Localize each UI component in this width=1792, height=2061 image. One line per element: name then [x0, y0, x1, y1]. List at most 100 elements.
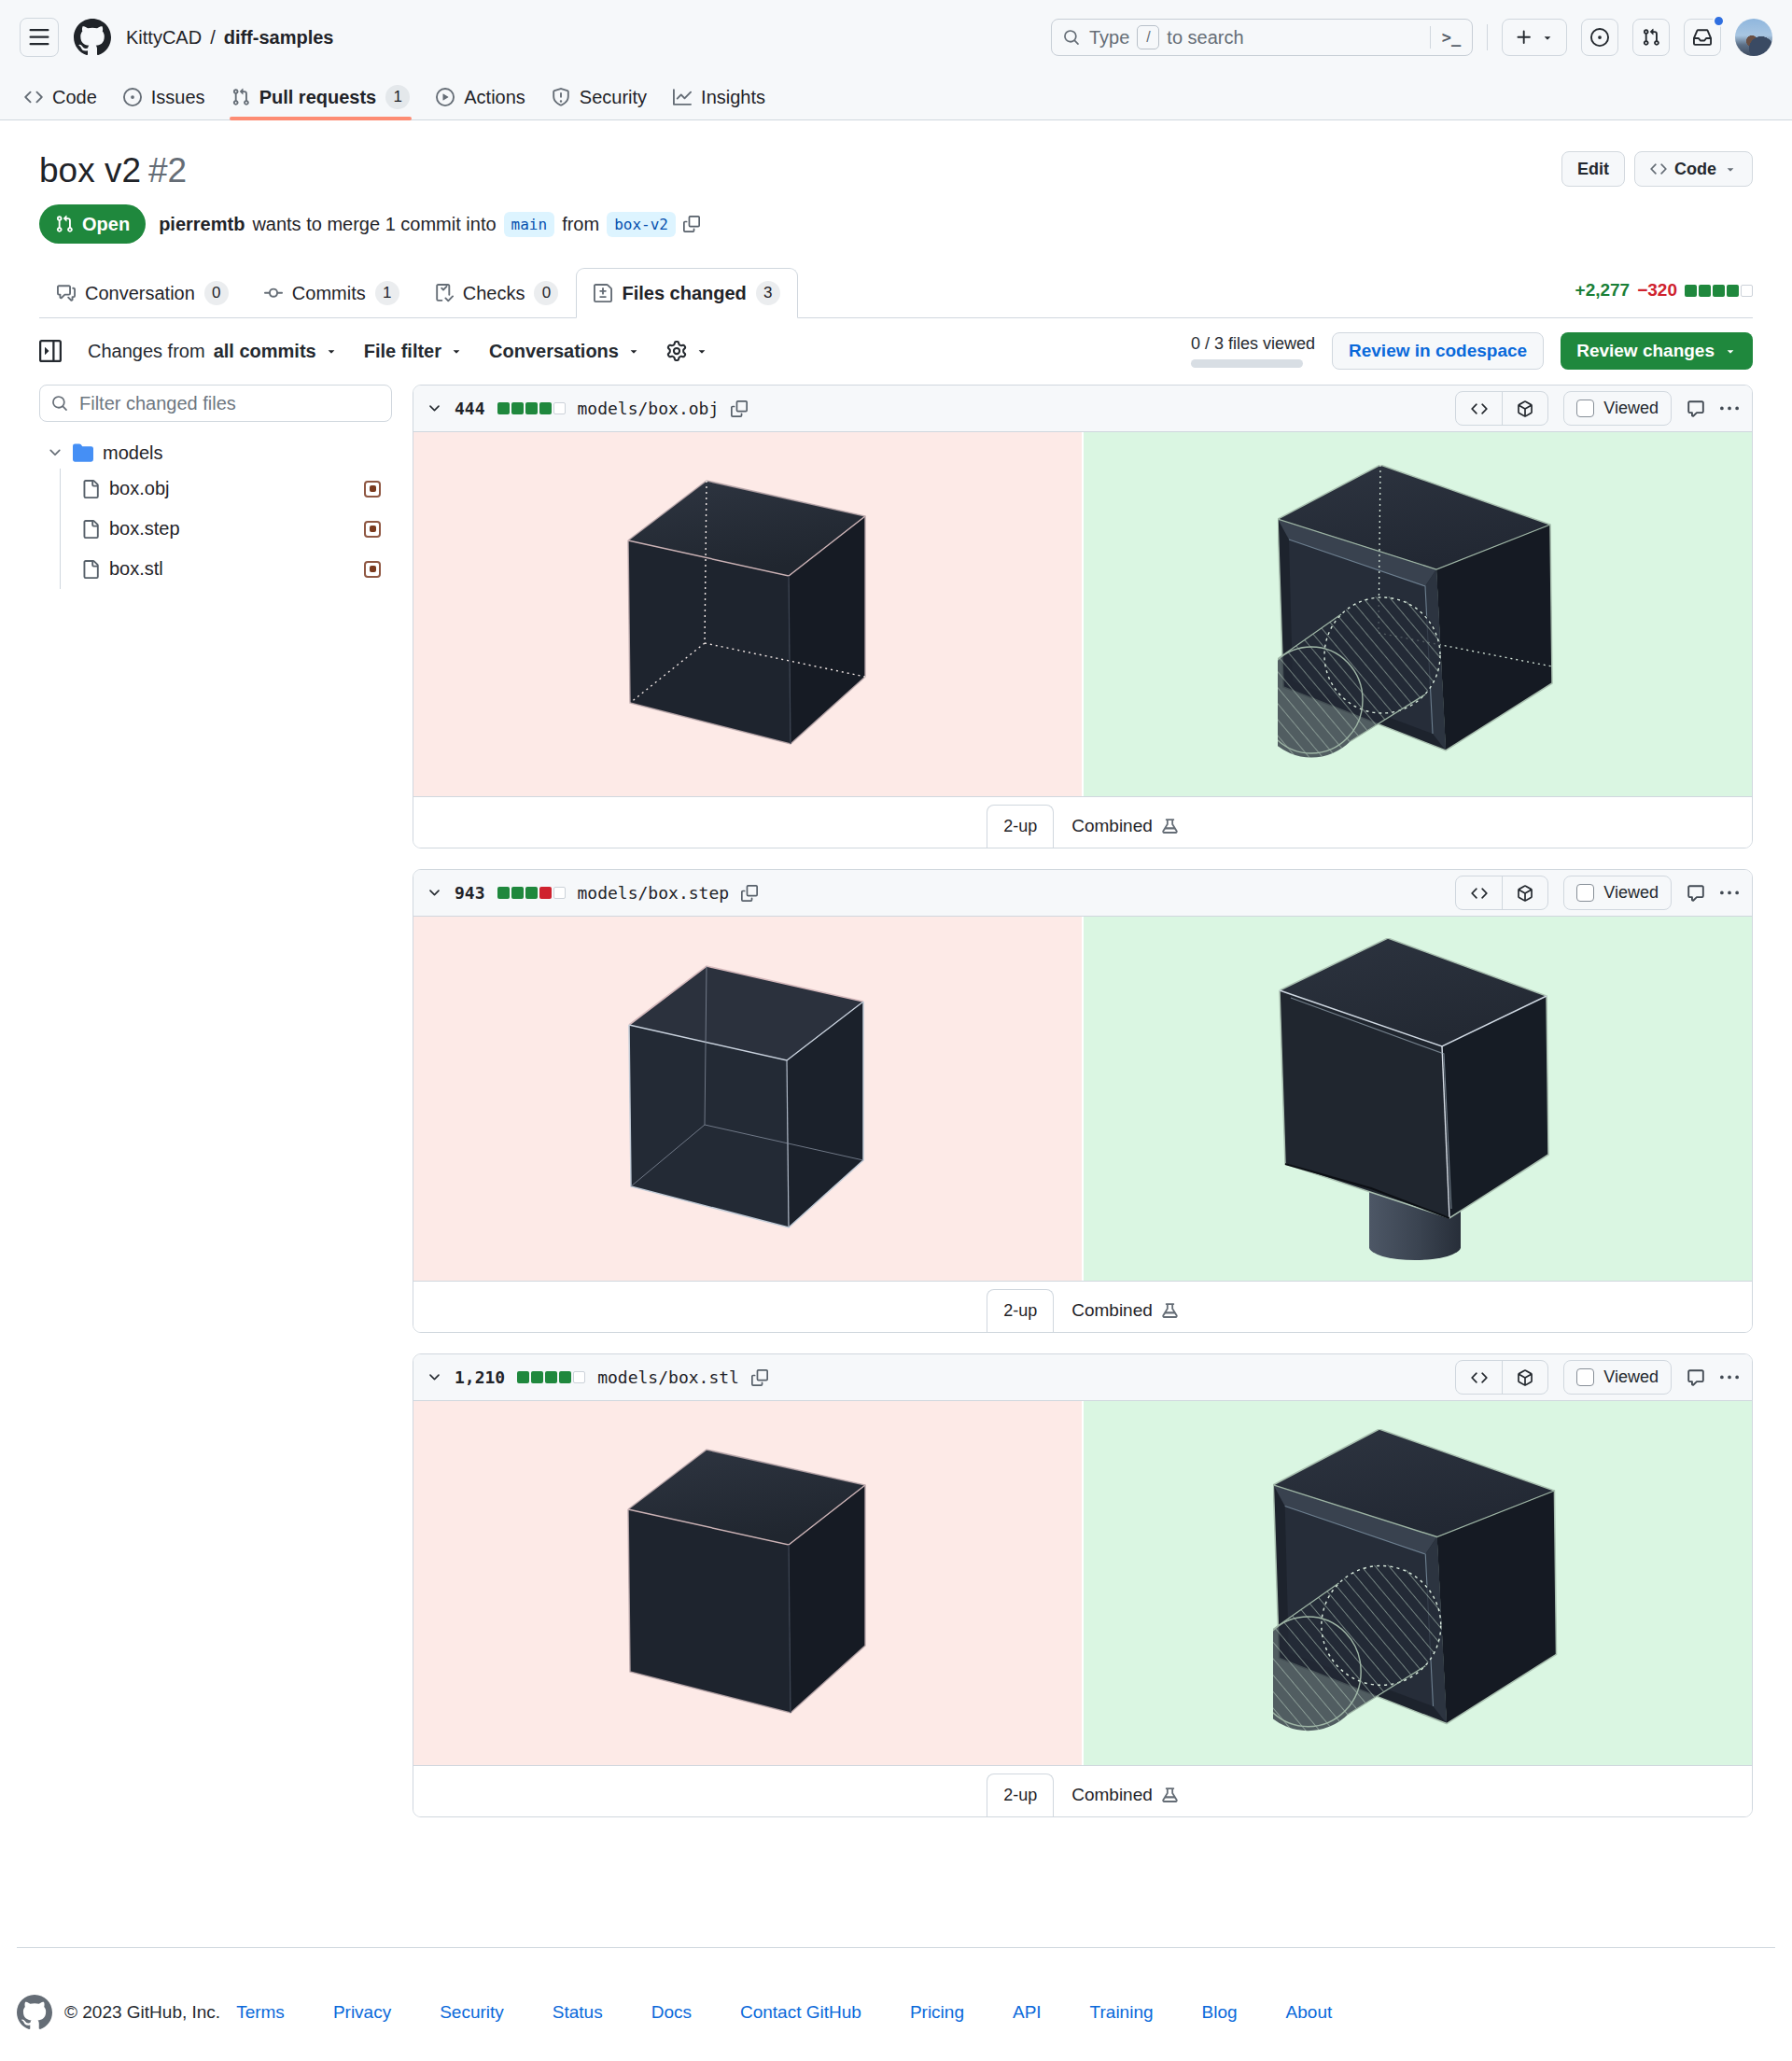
code-icon [1650, 161, 1667, 177]
create-new-button[interactable] [1502, 19, 1567, 56]
diff-settings-dropdown[interactable] [666, 341, 708, 361]
chevron-down-icon[interactable] [427, 885, 442, 901]
comment-icon[interactable] [1687, 884, 1705, 903]
viewed-button[interactable]: Viewed [1563, 876, 1672, 910]
footer-link[interactable]: Training [1090, 2002, 1154, 2023]
footer-link[interactable]: Pricing [910, 2002, 964, 2023]
view-mode-group [1455, 876, 1548, 910]
pull-requests-count: 1 [385, 85, 410, 109]
base-branch-label[interactable]: main [504, 212, 555, 237]
source-view-button[interactable] [1456, 392, 1502, 425]
two-up-tab[interactable]: 2-up [987, 1774, 1054, 1816]
review-in-codespace-button[interactable]: Review in codespace [1332, 332, 1544, 370]
two-up-tab[interactable]: 2-up [987, 805, 1054, 848]
kebab-menu-icon[interactable] [1720, 1368, 1739, 1387]
copy-icon[interactable] [741, 885, 758, 902]
footer-link[interactable]: Docs [651, 2002, 692, 2023]
kebab-menu-icon[interactable] [1720, 884, 1739, 903]
files-viewed-progressbar [1191, 359, 1303, 368]
footer-link[interactable]: Blog [1202, 2002, 1238, 2023]
copy-icon[interactable] [751, 1369, 768, 1386]
conversations-dropdown[interactable]: Conversations [489, 341, 640, 362]
rich-view-button[interactable] [1502, 1361, 1547, 1394]
code-icon [1471, 400, 1488, 417]
tab-files-changed[interactable]: Files changed 3 [576, 268, 797, 318]
nav-item-actions[interactable]: Actions [423, 75, 539, 119]
pr-tabnav: Conversation 0 Commits 1 Checks 0 Files … [39, 267, 1753, 318]
viewed-checkbox[interactable] [1576, 1368, 1594, 1386]
nav-item-insights[interactable]: Insights [660, 75, 778, 119]
github-logo[interactable] [74, 19, 111, 56]
tree-folder-models[interactable]: models [39, 437, 392, 469]
file-icon [81, 520, 100, 539]
copy-icon[interactable] [731, 400, 748, 417]
search-input[interactable]: Type / to search >_ [1051, 19, 1473, 56]
footer-link[interactable]: Terms [236, 2002, 285, 2023]
viewed-checkbox[interactable] [1576, 884, 1594, 902]
cube-render-new [1278, 465, 1558, 764]
nav-item-security[interactable]: Security [539, 75, 660, 119]
footer-link[interactable]: API [1013, 2002, 1042, 2023]
combined-tab[interactable]: Combined [1071, 1774, 1179, 1816]
nav-item-issues[interactable]: Issues [110, 75, 218, 119]
issues-button[interactable] [1581, 19, 1618, 56]
file-filter-dropdown[interactable]: File filter [364, 341, 463, 362]
nav-item-code[interactable]: Code [11, 75, 110, 119]
copy-icon[interactable] [683, 216, 700, 232]
inbox-button[interactable] [1684, 19, 1721, 56]
comment-icon[interactable] [1687, 1368, 1705, 1387]
breadcrumb-org[interactable]: KittyCAD [126, 27, 202, 49]
tree-file-box-stl[interactable]: box.stl [61, 549, 392, 589]
combined-tab[interactable]: Combined [1071, 1289, 1179, 1332]
pr-author[interactable]: pierremtb [159, 214, 245, 235]
file-path: models/box.step [578, 883, 730, 903]
hamburger-menu-button[interactable] [20, 18, 59, 57]
edit-button[interactable]: Edit [1561, 151, 1625, 187]
tab-commits[interactable]: Commits 1 [246, 268, 417, 318]
nav-item-pull-requests[interactable]: Pull requests 1 [218, 75, 424, 119]
tab-conversation[interactable]: Conversation 0 [39, 268, 246, 318]
play-icon [436, 88, 455, 106]
viewed-button[interactable]: Viewed [1563, 1360, 1672, 1395]
combined-tab[interactable]: Combined [1071, 805, 1179, 848]
sidebar-toggle-icon[interactable] [39, 340, 62, 362]
commit-range-dropdown[interactable]: Changes from all commits [88, 341, 338, 362]
pr-state-badge: Open [39, 204, 146, 244]
diffstat-blocks [497, 887, 566, 899]
source-view-button[interactable] [1456, 876, 1502, 909]
viewed-button[interactable]: Viewed [1563, 391, 1672, 426]
tree-file-box-step[interactable]: box.step [61, 509, 392, 549]
source-view-button[interactable] [1456, 1361, 1502, 1394]
chevron-down-icon [47, 444, 63, 461]
cube-render-old [624, 479, 872, 750]
avatar[interactable] [1735, 19, 1772, 56]
comment-icon[interactable] [1687, 400, 1705, 418]
header-divider [1487, 24, 1488, 50]
footer-link[interactable]: Privacy [333, 2002, 391, 2023]
tree-file-box-obj[interactable]: box.obj [61, 469, 392, 509]
pull-requests-button[interactable] [1632, 19, 1670, 56]
viewed-checkbox[interactable] [1576, 400, 1594, 417]
breadcrumb-repo[interactable]: diff-samples [224, 27, 334, 49]
footer-link[interactable]: Contact GitHub [740, 2002, 861, 2023]
footer-link[interactable]: About [1286, 2002, 1333, 2023]
files-viewed-text: 0 / 3 files viewed [1191, 334, 1315, 354]
head-branch-label[interactable]: box-v2 [607, 212, 676, 237]
footer-link[interactable]: Security [440, 2002, 504, 2023]
command-palette-icon[interactable]: >_ [1431, 28, 1472, 47]
tab-checks[interactable]: Checks 0 [417, 268, 577, 318]
code-button[interactable]: Code [1634, 151, 1753, 187]
filter-changed-files-input[interactable]: Filter changed files [39, 385, 392, 422]
git-pull-request-icon [1642, 28, 1660, 47]
two-up-tab[interactable]: 2-up [987, 1289, 1054, 1332]
footer-link[interactable]: Status [553, 2002, 603, 2023]
review-changes-button[interactable]: Review changes [1561, 332, 1753, 370]
rich-view-button[interactable] [1502, 392, 1547, 425]
kebab-menu-icon[interactable] [1720, 400, 1739, 418]
chevron-down-icon[interactable] [427, 1369, 442, 1385]
chevron-down-icon[interactable] [427, 400, 442, 416]
search-icon [51, 395, 68, 412]
rich-view-button[interactable] [1502, 876, 1547, 909]
pr-header: box v2#2 Edit Code [39, 151, 1753, 190]
files-viewed-progress: 0 / 3 files viewed [1191, 334, 1315, 368]
